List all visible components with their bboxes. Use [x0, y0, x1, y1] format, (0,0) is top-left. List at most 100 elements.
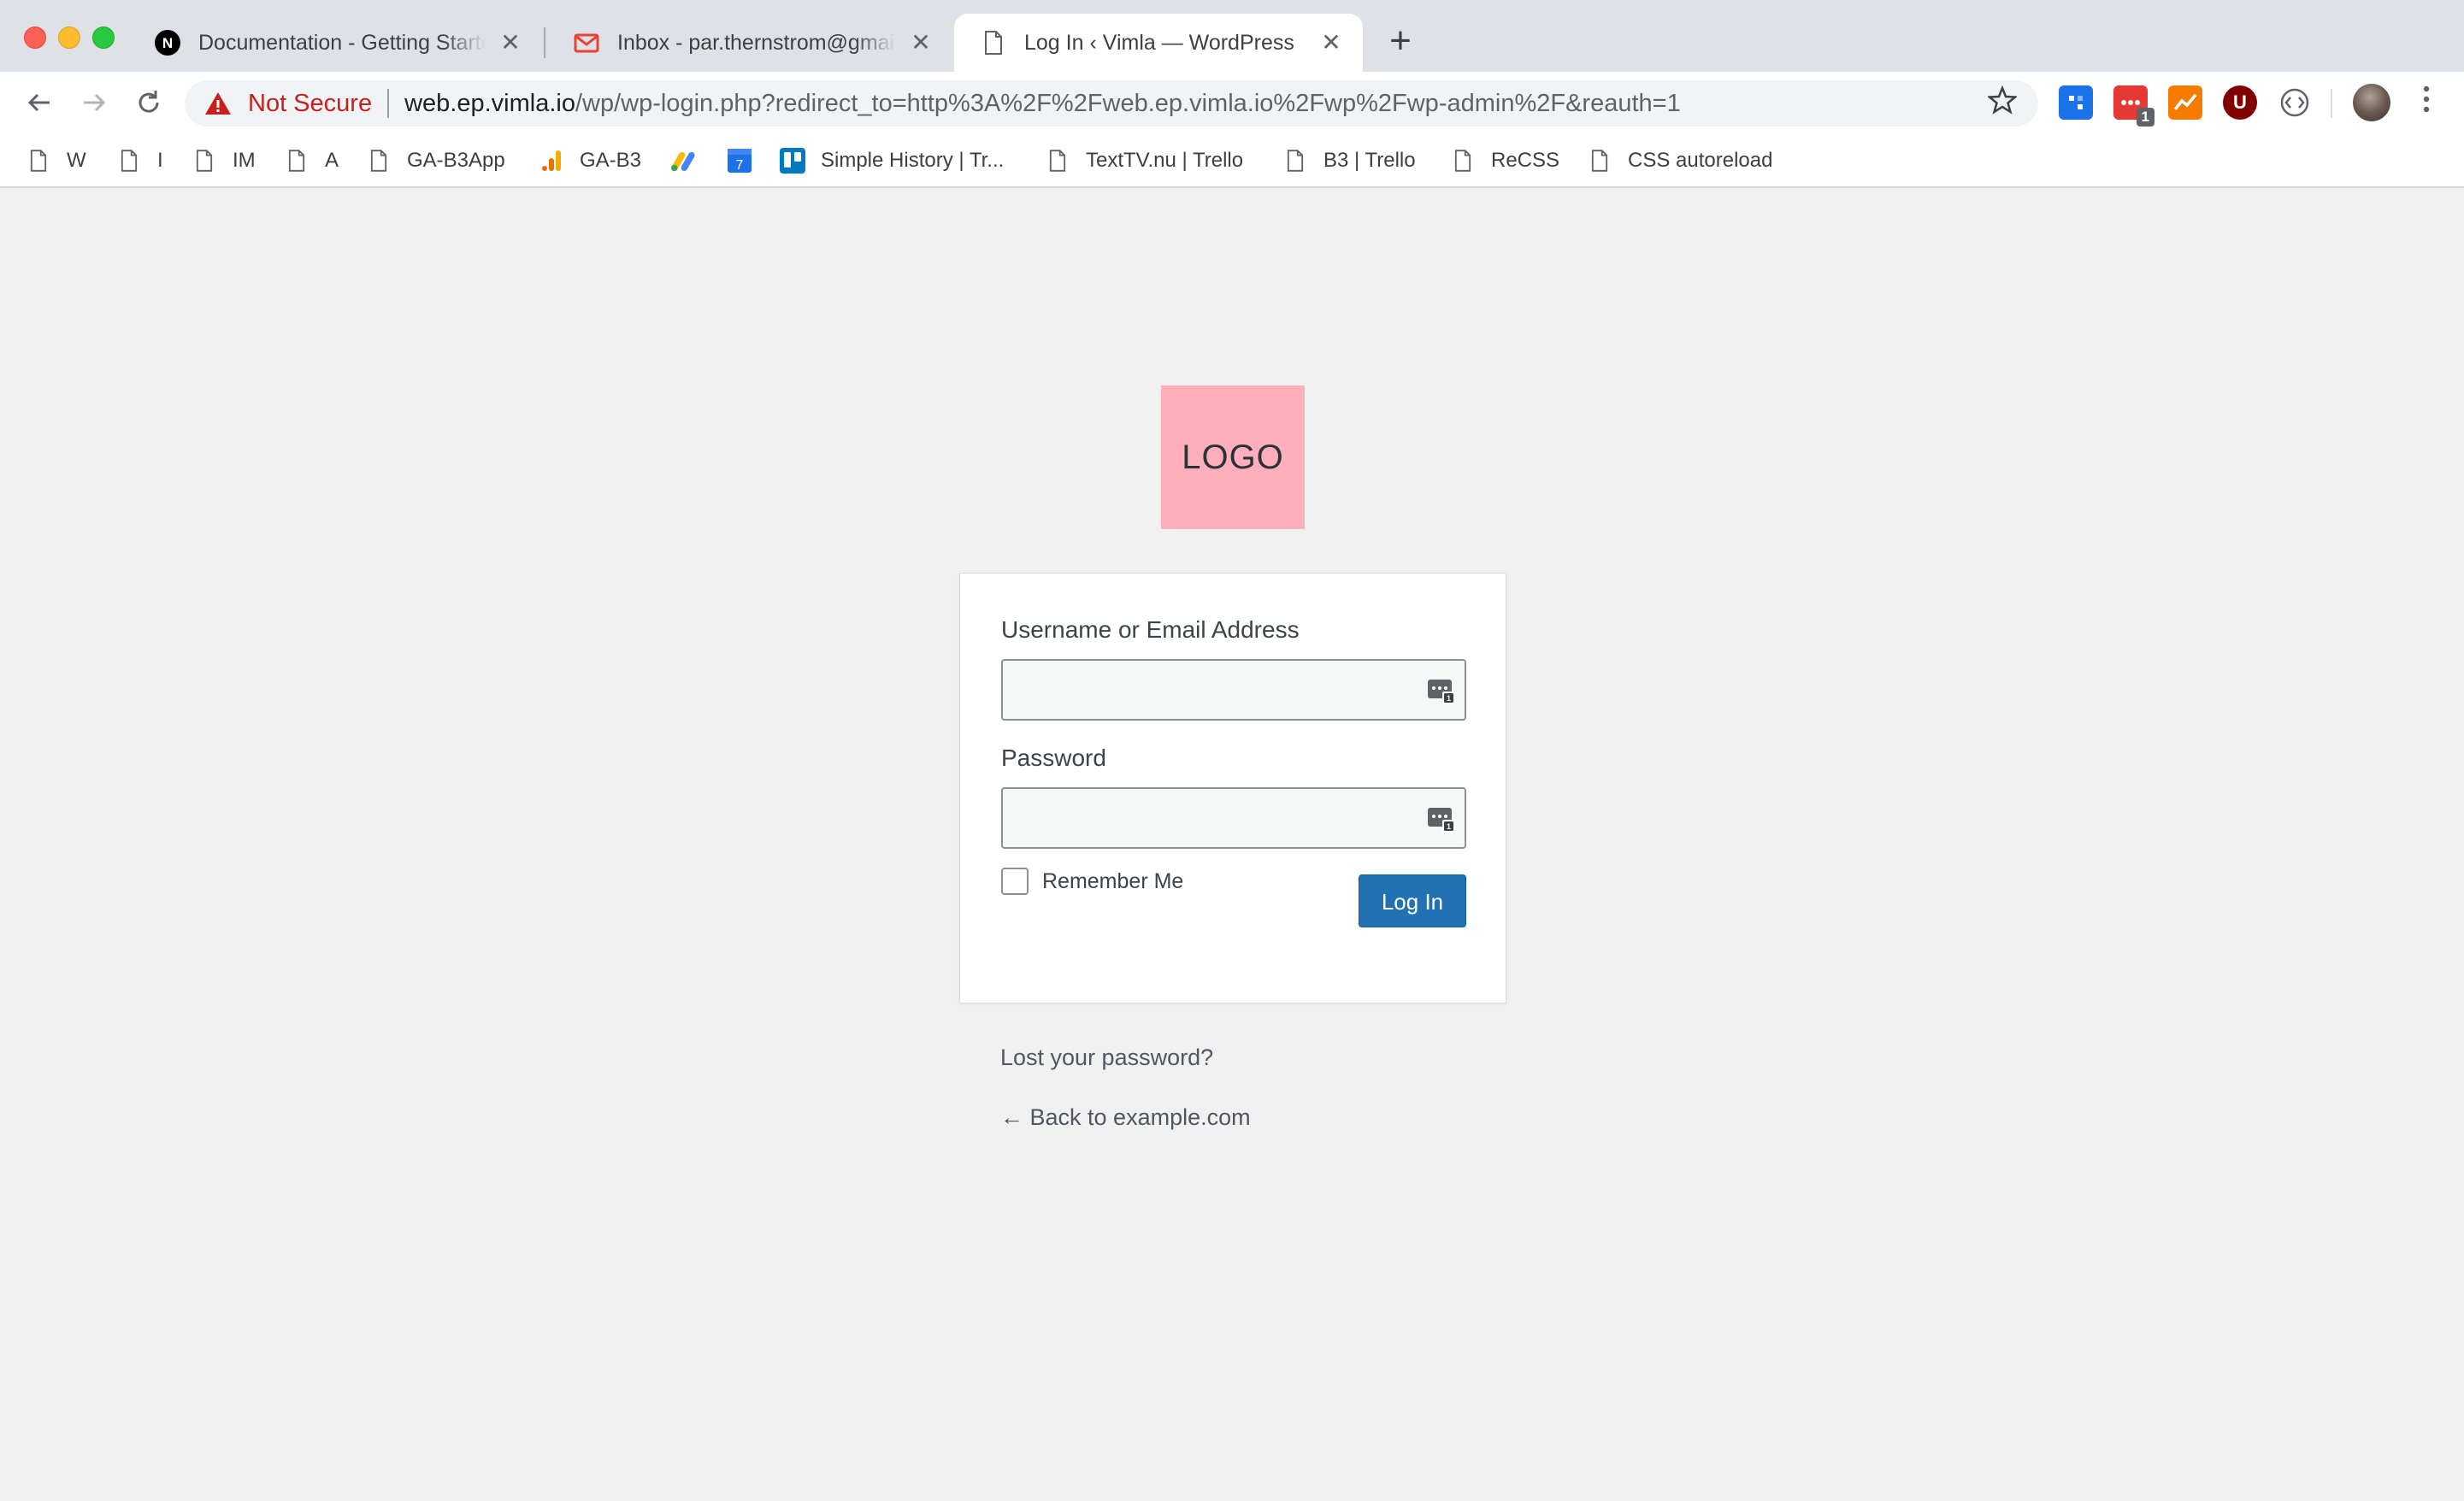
- tab-inbox[interactable]: Inbox - par.thernstrom@gmail.com ✕: [547, 14, 952, 72]
- code-extension-icon[interactable]: [2278, 85, 2312, 120]
- chart-extension-icon[interactable]: [2168, 85, 2202, 120]
- bookmark-item[interactable]: IM: [192, 142, 256, 180]
- close-tab-icon[interactable]: ✕: [1318, 30, 1344, 56]
- back-to-site-link[interactable]: ← Back to example.com: [1000, 1104, 1251, 1131]
- bookmark-item[interactable]: GA-B3: [539, 142, 641, 180]
- close-tab-icon[interactable]: ✕: [908, 30, 934, 56]
- lost-password-link[interactable]: Lost your password?: [1000, 1045, 1213, 1071]
- password-manager-icon[interactable]: 1: [1427, 676, 1456, 705]
- password-field-wrapper: 1: [1001, 787, 1466, 849]
- toolbar-divider: [2331, 89, 2332, 118]
- page-icon: [284, 148, 309, 174]
- back-button[interactable]: [21, 84, 58, 121]
- bookmark-star-icon[interactable]: [1985, 85, 2019, 120]
- extension-badge: 1: [2136, 108, 2155, 127]
- next-icon: N: [154, 29, 181, 56]
- page-icon: [980, 29, 1007, 56]
- tab-documentation[interactable]: N Documentation - Getting Started ✕: [128, 14, 542, 72]
- svg-text:N: N: [162, 35, 173, 51]
- page-icon: [1045, 148, 1070, 174]
- tab-wordpress-login[interactable]: Log In ‹ Vimla — WordPress ✕: [954, 14, 1363, 72]
- bookmarks-bar: W I IM A GA-B3App GA-B3 7 Simple History…: [0, 133, 2464, 188]
- bookmark-label: CSS autoreload: [1628, 149, 1773, 172]
- page-icon: [116, 148, 142, 174]
- ublock-icon[interactable]: U: [2223, 85, 2257, 120]
- url-path: /wp/wp-login.php?redirect_to=http%3A%2F%…: [575, 89, 1681, 117]
- password-manager-icon[interactable]: 1: [1427, 804, 1456, 833]
- tab-strip: N Documentation - Getting Started ✕ Inbo…: [0, 0, 2464, 72]
- tab-title: Documentation - Getting Started: [198, 30, 486, 55]
- logo-text: LOGO: [1182, 438, 1284, 476]
- not-secure-label[interactable]: Not Secure: [248, 90, 372, 118]
- log-in-button[interactable]: Log In: [1359, 874, 1466, 927]
- bookmark-item[interactable]: B3 | Trello: [1282, 142, 1416, 180]
- bookmark-item[interactable]: Simple History | Tr...: [780, 142, 1004, 180]
- remember-me-label[interactable]: Remember Me: [1042, 868, 1183, 895]
- tab-divider: [544, 27, 545, 58]
- site-logo[interactable]: LOGO: [1161, 386, 1305, 529]
- bookmark-item[interactable]: A: [284, 142, 339, 180]
- bookmark-item[interactable]: I: [116, 142, 163, 180]
- bookmark-item[interactable]: GA-B3App: [366, 142, 505, 180]
- analytics-icon: [539, 148, 564, 174]
- more-vert-icon: [2423, 85, 2430, 113]
- browser-toolbar: Not Secure web.ep.vimla.io/wp/wp-login.p…: [0, 72, 2464, 133]
- reload-button[interactable]: [130, 84, 168, 121]
- tab-title: Inbox - par.thernstrom@gmail.com: [617, 30, 896, 55]
- bookmark-item[interactable]: 7: [727, 142, 768, 180]
- minimize-window-button[interactable]: [58, 26, 80, 49]
- browser-menu-button[interactable]: [2409, 84, 2443, 121]
- svg-text:1: 1: [1447, 694, 1451, 703]
- fullscreen-window-button[interactable]: [92, 26, 115, 49]
- gmail-icon: [573, 29, 600, 56]
- page-icon: [1450, 148, 1476, 174]
- tab-title: Log In ‹ Vimla — WordPress: [1024, 30, 1294, 55]
- page-icon: [1282, 148, 1308, 174]
- address-bar[interactable]: Not Secure web.ep.vimla.io/wp/wp-login.p…: [185, 80, 2038, 127]
- trello-icon: [780, 148, 805, 174]
- ublock-glyph: U: [2233, 91, 2247, 113]
- arrow-left-icon: [27, 93, 50, 112]
- username-label: Username or Email Address: [1001, 616, 1300, 643]
- username-field-wrapper: 1: [1001, 659, 1466, 721]
- bookmark-item[interactable]: CSS autoreload: [1587, 142, 1772, 180]
- new-tab-button[interactable]: +: [1380, 22, 1421, 63]
- arrow-right-icon: [84, 93, 106, 112]
- page-icon: [366, 148, 392, 174]
- remember-me-checkbox[interactable]: [1001, 868, 1029, 895]
- bookmark-item[interactable]: W: [26, 142, 86, 180]
- red-extension-icon[interactable]: 1: [2113, 85, 2155, 127]
- omnibox-divider: [387, 89, 390, 118]
- bookmark-item[interactable]: [670, 142, 711, 180]
- close-window-button[interactable]: [24, 26, 46, 49]
- login-form: Username or Email Address 1 Password 1 R…: [959, 573, 1506, 1004]
- password-label: Password: [1001, 745, 1106, 771]
- google-ads-icon: [670, 148, 696, 174]
- bookmark-item[interactable]: ReCSS: [1450, 142, 1559, 180]
- warning-icon: [205, 92, 231, 115]
- username-input[interactable]: [1003, 661, 1465, 719]
- svg-text:7: 7: [736, 158, 744, 173]
- bookmark-item[interactable]: TextTV.nu | Trello: [1045, 142, 1243, 180]
- bookmark-label: W: [67, 149, 86, 172]
- bookmark-label: IM: [233, 149, 256, 172]
- page-icon: [192, 148, 217, 174]
- reload-icon: [139, 91, 159, 113]
- bookmark-label: I: [157, 149, 163, 172]
- bookmark-label: GA-B3App: [407, 149, 505, 172]
- bookmark-label: TextTV.nu | Trello: [1086, 149, 1244, 172]
- password-input[interactable]: [1003, 789, 1465, 847]
- bookmark-label: B3 | Trello: [1323, 149, 1416, 172]
- bookmark-label: Simple History | Tr...: [821, 149, 1005, 172]
- login-page: LOGO Username or Email Address 1 Passwor…: [0, 190, 2464, 1501]
- svg-text:1: 1: [1447, 822, 1451, 831]
- bookmark-label: A: [325, 149, 339, 172]
- url-host: web.ep.vimla.io: [404, 89, 575, 117]
- bookmark-label: GA-B3: [580, 149, 642, 172]
- blue-extension-icon[interactable]: [2059, 85, 2093, 120]
- bookmark-label: ReCSS: [1491, 149, 1560, 172]
- close-tab-icon[interactable]: ✕: [498, 30, 523, 56]
- page-icon: [1587, 148, 1612, 174]
- forward-button[interactable]: [75, 84, 113, 121]
- profile-avatar[interactable]: [2353, 84, 2390, 121]
